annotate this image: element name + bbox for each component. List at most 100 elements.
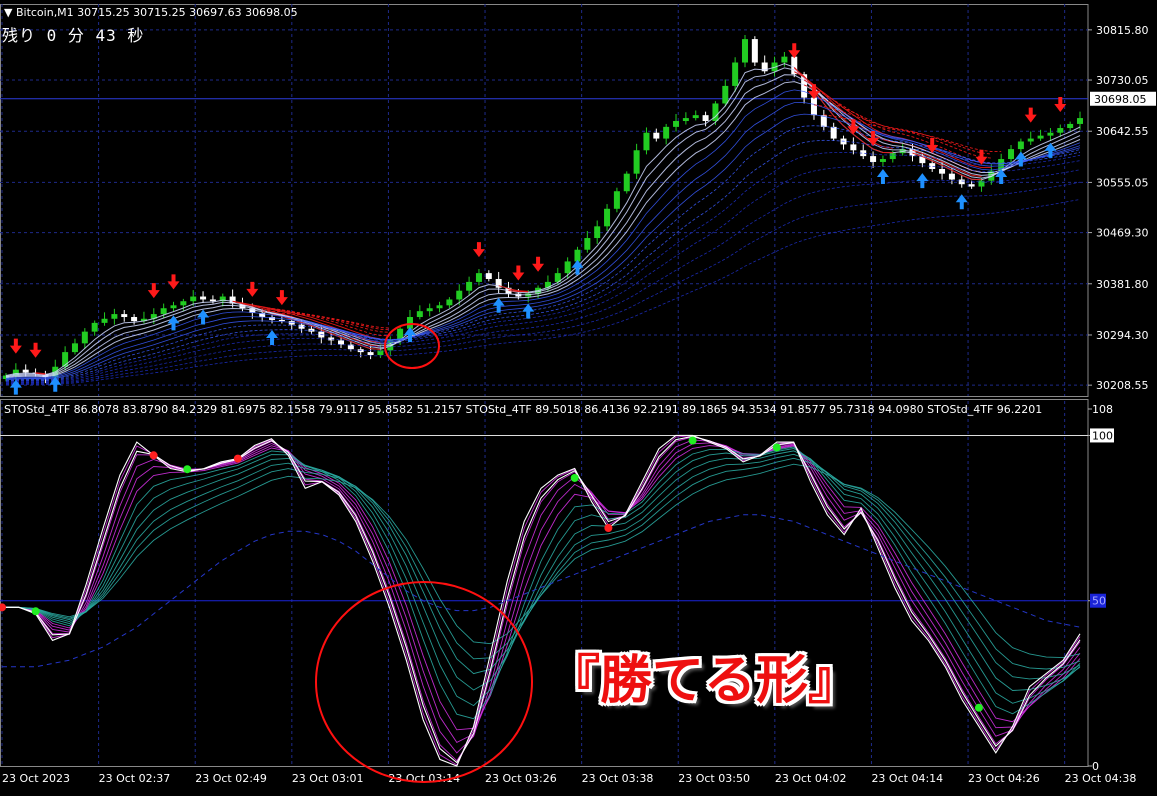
candle-bull — [741, 39, 748, 63]
down-arrow-icon — [167, 274, 180, 290]
candle-bear — [22, 369, 29, 373]
candle-bull — [1057, 128, 1064, 133]
osc-green-marker — [31, 607, 40, 616]
candle-bull — [416, 311, 423, 318]
candle-bull — [475, 273, 482, 282]
candle-bull — [406, 317, 413, 329]
down-arrow-icon — [788, 43, 801, 59]
x-tick-label: 23 Oct 03:50 — [678, 772, 750, 785]
candle-bear — [485, 273, 492, 279]
candle-bear — [121, 314, 128, 318]
osc-fan-line — [2, 436, 1081, 762]
x-tick-label: 23 Oct 03:38 — [582, 772, 654, 785]
x-tick-label: 23 Oct 03:26 — [485, 772, 557, 785]
osc-fan-line — [2, 457, 1081, 670]
candle-bear — [131, 317, 138, 322]
ma-ribbon-line — [5, 81, 1081, 379]
osc-green-marker — [688, 436, 697, 445]
candle-bear — [200, 296, 207, 300]
candle-bear — [653, 132, 660, 139]
ma-ribbon-line — [5, 63, 1081, 376]
candle-bull — [594, 226, 601, 239]
osc-red-marker — [604, 524, 613, 532]
x-tick-label: 23 Oct 02:49 — [195, 772, 267, 785]
osc-y-tick-label: 0 — [1092, 760, 1099, 773]
x-tick-label: 23 Oct 04:14 — [871, 772, 943, 785]
down-arrow-icon — [29, 342, 42, 358]
y-tick-label: 30815.80 — [1096, 24, 1149, 37]
candle-bear — [948, 173, 955, 180]
candle-bull — [673, 121, 680, 127]
candle-bear — [968, 184, 975, 187]
osc-green-marker — [974, 703, 983, 712]
dropdown-triangle-icon[interactable]: ▼ — [4, 6, 12, 19]
symbol-line: Bitcoin,M1 30715.25 30715.25 30697.63 30… — [15, 6, 298, 19]
ma-ribbon-line — [5, 181, 1081, 385]
up-arrow-icon — [916, 173, 929, 189]
candle-bull — [1008, 149, 1015, 160]
osc-fan-line — [2, 439, 1081, 754]
ma-ribbon-line — [5, 125, 1081, 381]
candle-bull — [879, 159, 886, 162]
down-arrow-icon — [512, 265, 525, 281]
candle-bear — [810, 97, 817, 116]
candle-bull — [160, 308, 167, 315]
candle-bear — [702, 115, 709, 122]
down-arrow-icon — [147, 283, 160, 299]
osc-fan-line — [2, 448, 1081, 707]
down-arrow-icon — [926, 137, 939, 153]
down-arrow-icon — [275, 290, 288, 306]
x-tick-label: 23 Oct 2023 — [2, 772, 70, 785]
osc-green-marker — [772, 443, 781, 452]
candle-bear — [870, 156, 877, 162]
ma-ribbon-line — [5, 102, 1081, 380]
down-arrow-icon — [472, 242, 485, 258]
candle-bear — [367, 352, 374, 356]
indicator-header: STOStd_4TF 86.8078 83.8790 84.2329 81.69… — [4, 403, 1043, 416]
callout-annotation: 『勝てる形』 — [548, 651, 861, 711]
y-tick-label: 30555.05 — [1096, 176, 1149, 189]
osc-main-line — [2, 435, 1081, 764]
down-arrow-icon — [1024, 107, 1037, 123]
osc-y-tick-label: 108 — [1092, 403, 1113, 416]
candle-bull — [732, 62, 739, 86]
ma-ribbon-line — [5, 169, 1081, 384]
candle-bear — [939, 168, 946, 174]
x-tick-label: 23 Oct 03:01 — [292, 772, 364, 785]
candle-bull — [190, 296, 197, 302]
y-tick-label: 30294.30 — [1096, 329, 1149, 342]
ma-ribbon-red-line — [281, 114, 1002, 329]
candle-bear — [209, 299, 216, 302]
candle-bull — [170, 305, 177, 309]
osc-red-marker — [149, 451, 158, 460]
candle-bull — [574, 249, 581, 262]
ma-ribbon-line — [5, 160, 1081, 383]
candle-bull — [456, 290, 463, 300]
down-arrow-icon — [1054, 97, 1067, 113]
candle-bull — [1077, 118, 1083, 124]
ma-ribbon-red-line — [35, 66, 982, 376]
ma-ribbon-red-line — [242, 71, 982, 344]
candle-bull — [633, 150, 640, 174]
main-panel-frame — [0, 4, 1089, 397]
y-tick-label: 30730.05 — [1096, 74, 1149, 87]
osc-green-marker — [570, 473, 579, 482]
y-tick-label: 30642.55 — [1096, 125, 1149, 138]
candle-bull — [722, 85, 729, 104]
candle-bull — [446, 299, 453, 306]
y-tick-label: 30469.30 — [1096, 227, 1149, 240]
candle-bull — [692, 115, 699, 119]
oscillator-panel-frame — [0, 399, 1089, 767]
ma-ribbon-line — [5, 74, 1081, 378]
candle-bull — [889, 153, 896, 160]
osc-fan-line — [2, 450, 1081, 691]
candle-bull — [604, 208, 611, 227]
candle-bull — [584, 238, 591, 250]
up-arrow-icon — [266, 329, 279, 345]
candle-bull — [1067, 123, 1074, 129]
down-arrow-icon — [532, 256, 545, 272]
candle-bull — [101, 318, 108, 323]
candle-bull — [682, 118, 689, 122]
osc-green-marker — [183, 465, 192, 474]
y-tick-label: 30381.80 — [1096, 278, 1149, 291]
